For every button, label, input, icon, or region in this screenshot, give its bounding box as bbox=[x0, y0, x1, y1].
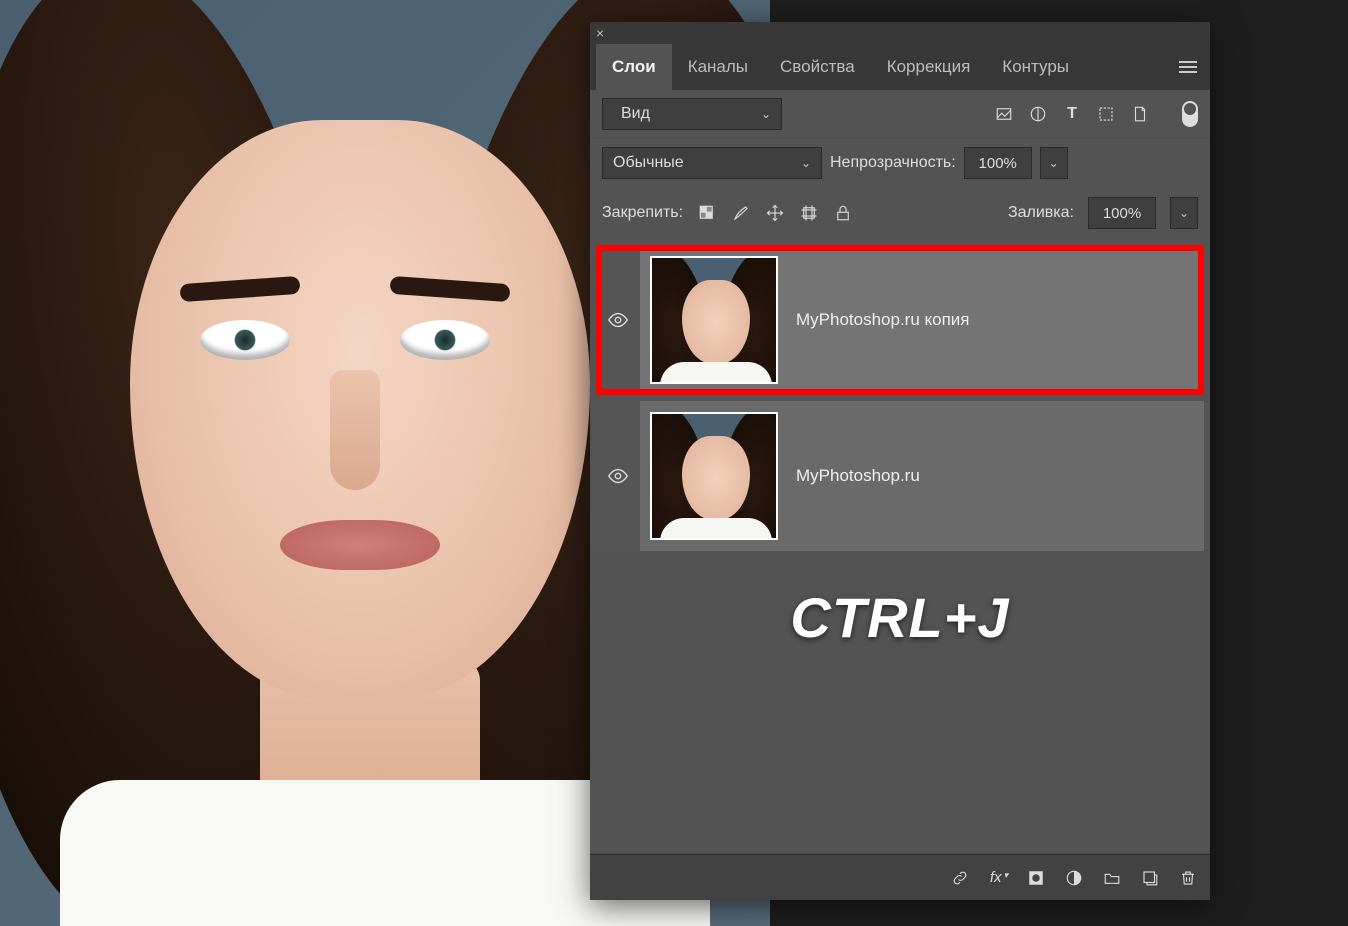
chevron-down-icon: ⌄ bbox=[761, 107, 771, 121]
blend-mode-label: Обычные bbox=[613, 154, 684, 172]
opacity-stepper[interactable]: ⌄ bbox=[1040, 147, 1068, 179]
fill-stepper[interactable]: ⌄ bbox=[1170, 197, 1198, 229]
blend-mode-dropdown[interactable]: Обычные ⌄ bbox=[602, 147, 822, 179]
link-layers-icon[interactable] bbox=[950, 869, 970, 887]
tab-channels[interactable]: Каналы bbox=[672, 44, 764, 90]
panel-menu-button[interactable] bbox=[1166, 44, 1210, 90]
close-panel-icon[interactable]: × bbox=[596, 25, 604, 41]
opacity-value[interactable]: 100% bbox=[964, 147, 1032, 179]
type-filter-icon[interactable]: T bbox=[1062, 105, 1082, 123]
new-adjustment-layer-icon[interactable] bbox=[1064, 869, 1084, 887]
new-layer-icon[interactable] bbox=[1140, 869, 1160, 887]
shortcut-hint-overlay: CTRL+J bbox=[596, 585, 1204, 650]
chevron-down-icon: ⌄ bbox=[801, 156, 811, 170]
lock-transparency-icon[interactable] bbox=[697, 204, 717, 222]
opacity-label: Непрозрачность: bbox=[830, 154, 956, 172]
panel-titlebar: × bbox=[590, 22, 1210, 44]
image-filter-icon[interactable] bbox=[994, 105, 1014, 123]
layer-thumbnail[interactable] bbox=[650, 256, 778, 384]
lock-all-icon[interactable] bbox=[833, 204, 853, 222]
layer-name[interactable]: MyPhotoshop.ru копия bbox=[796, 310, 970, 330]
lock-label: Закрепить: bbox=[602, 204, 683, 222]
tab-layers[interactable]: Слои bbox=[596, 44, 672, 90]
lock-paint-icon[interactable] bbox=[731, 204, 751, 222]
lock-artboard-icon[interactable] bbox=[799, 204, 819, 222]
filter-toggle[interactable] bbox=[1182, 101, 1198, 127]
layer-row[interactable]: MyPhotoshop.ru копия bbox=[596, 245, 1204, 395]
add-mask-icon[interactable] bbox=[1026, 869, 1046, 887]
eye-icon bbox=[607, 465, 629, 487]
layers-list: MyPhotoshop.ru копия MyPhotoshop.ru CTRL… bbox=[590, 239, 1210, 854]
panel-tabs: Слои Каналы Свойства Коррекция Контуры bbox=[590, 44, 1210, 90]
fill-value[interactable]: 100% bbox=[1088, 197, 1156, 229]
layer-fx-icon[interactable]: fx▾ bbox=[988, 869, 1008, 887]
eye-icon bbox=[607, 309, 629, 331]
layer-row[interactable]: MyPhotoshop.ru bbox=[596, 401, 1204, 551]
layers-panel-footer: fx▾ bbox=[590, 854, 1210, 900]
layer-name[interactable]: MyPhotoshop.ru bbox=[796, 466, 920, 486]
layers-panel: × Слои Каналы Свойства Коррекция Контуры… bbox=[590, 22, 1210, 900]
layer-visibility-toggle[interactable] bbox=[596, 245, 640, 395]
layer-visibility-toggle[interactable] bbox=[596, 401, 640, 551]
tab-adjustments[interactable]: Коррекция bbox=[871, 44, 987, 90]
lock-position-icon[interactable] bbox=[765, 204, 785, 222]
layer-thumbnail[interactable] bbox=[650, 412, 778, 540]
hamburger-icon bbox=[1179, 66, 1197, 68]
tab-properties[interactable]: Свойства bbox=[764, 44, 871, 90]
fill-label: Заливка: bbox=[1008, 204, 1074, 222]
adjustment-filter-icon[interactable] bbox=[1028, 105, 1048, 123]
tab-paths[interactable]: Контуры bbox=[986, 44, 1085, 90]
layer-filter-dropdown[interactable]: Вид ⌄ bbox=[602, 98, 782, 130]
delete-layer-icon[interactable] bbox=[1178, 869, 1198, 887]
layer-filter-label: Вид bbox=[621, 105, 650, 123]
smart-filter-icon[interactable] bbox=[1130, 105, 1150, 123]
new-group-icon[interactable] bbox=[1102, 869, 1122, 887]
shape-filter-icon[interactable] bbox=[1096, 105, 1116, 123]
